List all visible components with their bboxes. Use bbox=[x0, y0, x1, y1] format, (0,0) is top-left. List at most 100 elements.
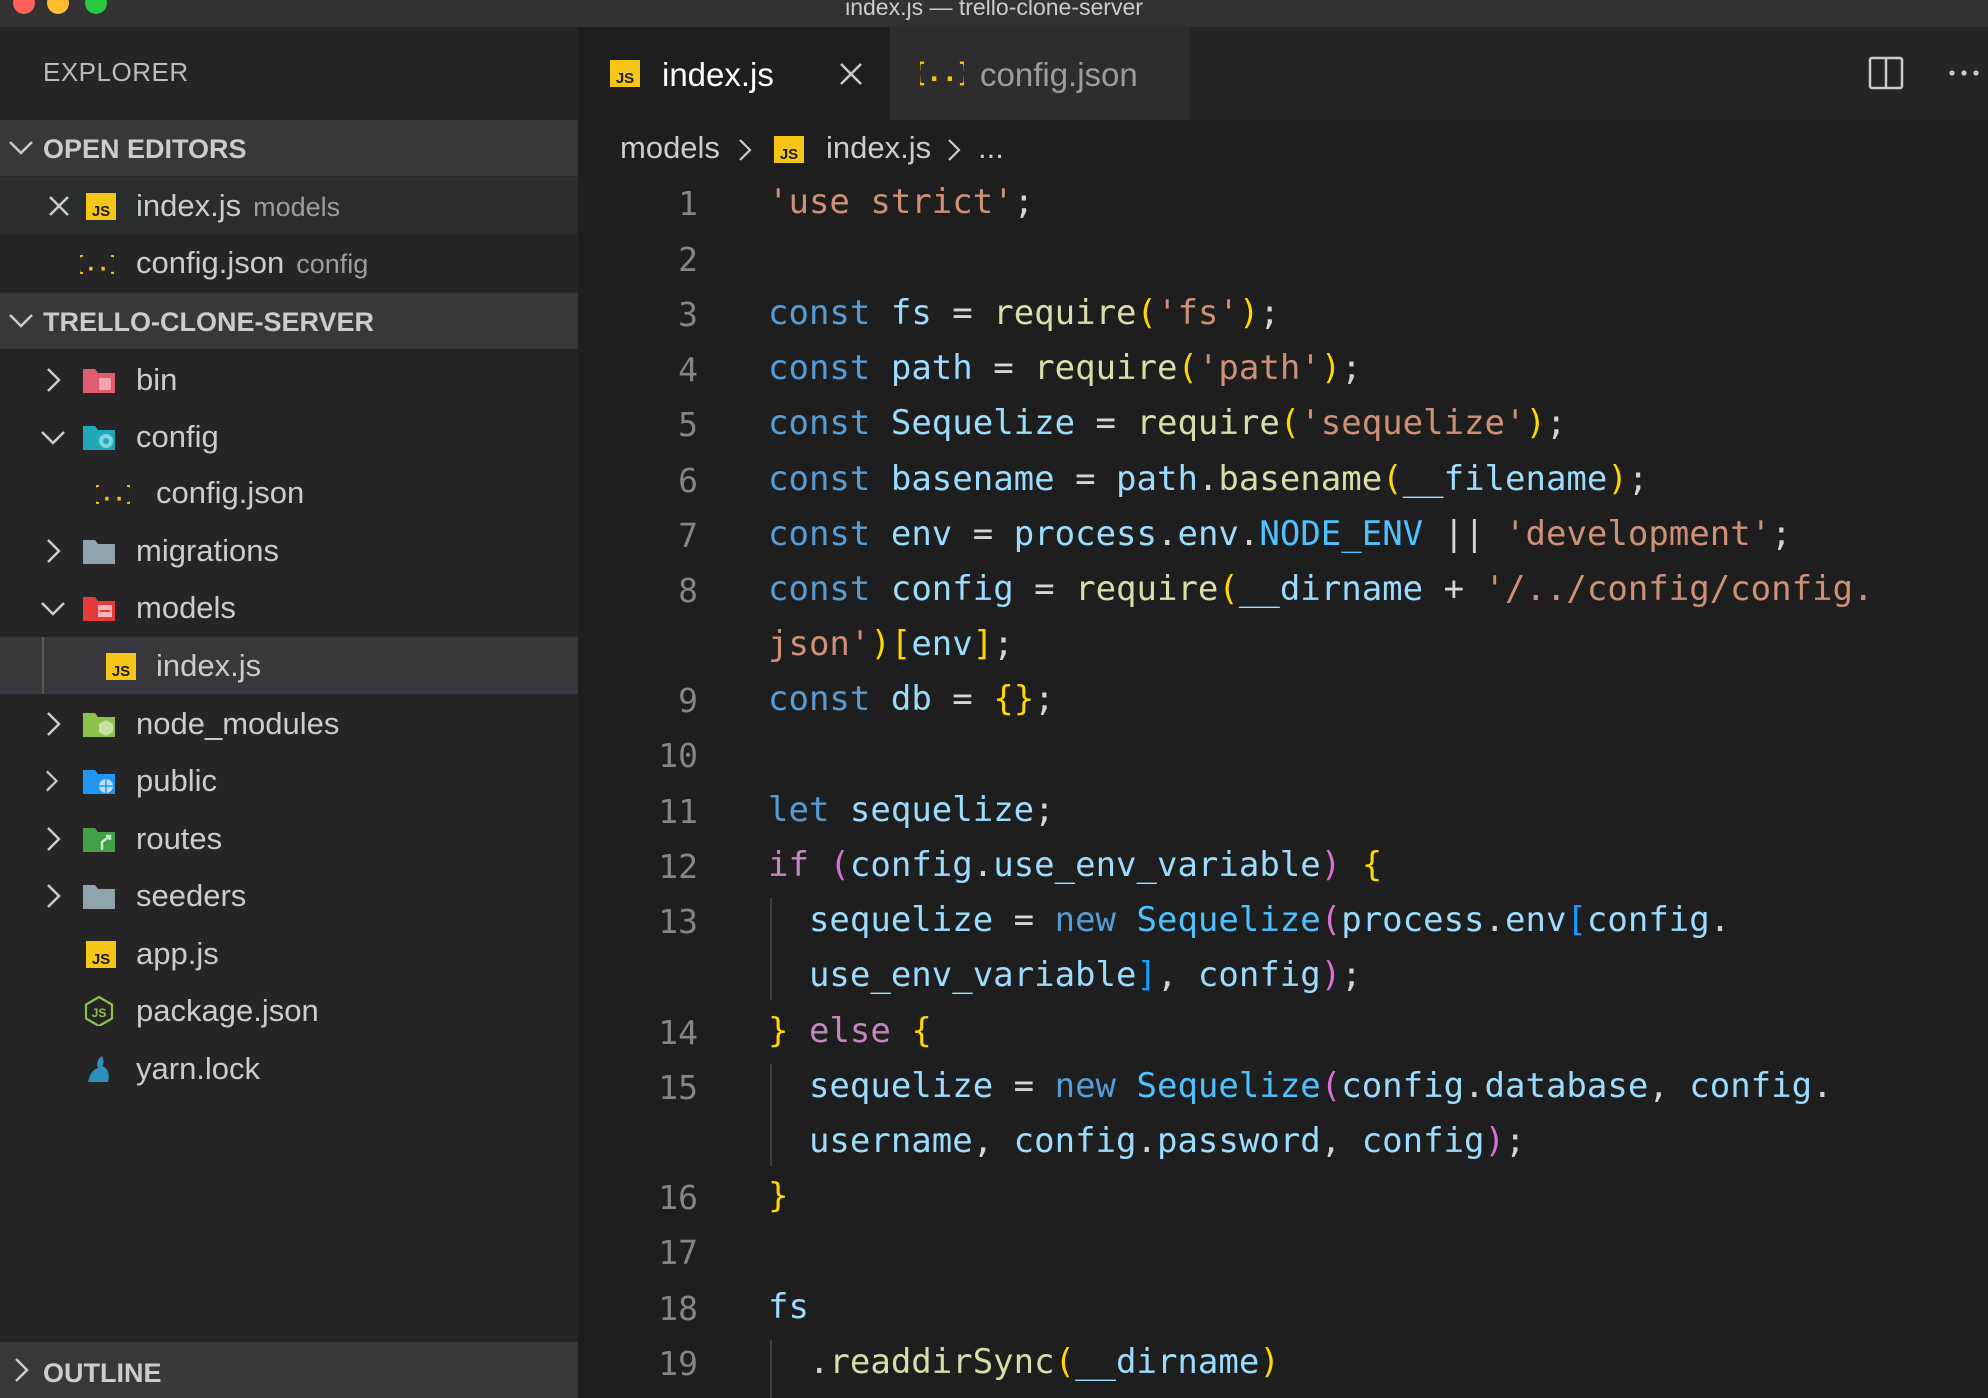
chevron-right-icon bbox=[47, 539, 61, 563]
breadcrumb-file[interactable]: index.js bbox=[826, 130, 931, 166]
node-modules-folder-icon bbox=[83, 713, 115, 737]
tab-index-js[interactable]: JS index.js bbox=[578, 27, 890, 120]
tree-item-bin[interactable]: bin bbox=[0, 351, 578, 408]
close-icon[interactable] bbox=[44, 191, 74, 221]
yarn-icon bbox=[88, 1056, 109, 1082]
js-file-icon: JS bbox=[106, 653, 136, 680]
line-number: 10 bbox=[658, 736, 698, 775]
project-header[interactable]: TRELLO-CLONE-SERVER bbox=[0, 293, 578, 349]
close-icon[interactable] bbox=[836, 59, 866, 89]
js-file-icon: JS bbox=[774, 136, 804, 163]
file-name: config.json bbox=[156, 475, 305, 510]
line-number: 9 bbox=[678, 681, 698, 720]
code-line: } bbox=[768, 1176, 789, 1216]
tree-item-config-json[interactable]: {..} config.json bbox=[0, 464, 578, 521]
code-line: } else { bbox=[768, 1011, 932, 1051]
line-number: 12 bbox=[658, 847, 698, 886]
line-number: 4 bbox=[678, 350, 698, 389]
line-number: 6 bbox=[678, 461, 698, 500]
line-number: 14 bbox=[658, 1013, 698, 1052]
code-line: const config = require(__dirname + '/../… bbox=[768, 569, 1874, 609]
tab-label: index.js bbox=[662, 56, 774, 93]
outline-header[interactable]: OUTLINE bbox=[0, 1342, 578, 1398]
tree-item-seeders[interactable]: seeders bbox=[0, 867, 578, 924]
tab-label: config.json bbox=[980, 56, 1138, 93]
file-name: node_modules bbox=[136, 706, 340, 741]
line-number: 19 bbox=[658, 1344, 698, 1383]
code-line: if (config.use_env_variable) { bbox=[768, 845, 1383, 885]
code-line: use_env_variable], config); bbox=[808, 955, 1362, 995]
svg-text:JS: JS bbox=[92, 203, 110, 220]
indent-guide bbox=[42, 637, 44, 694]
tree-item-index-js[interactable]: JS index.js bbox=[0, 637, 578, 694]
routes-folder-icon bbox=[83, 828, 115, 852]
chevron-right-icon bbox=[46, 770, 59, 792]
file-name: index.js bbox=[156, 648, 262, 683]
more-actions-icon[interactable] bbox=[1948, 65, 1984, 81]
file-name: migrations bbox=[136, 533, 279, 568]
open-editors-label: OPEN EDITORS bbox=[43, 134, 247, 164]
split-editor-icon[interactable] bbox=[1868, 55, 1904, 91]
code-line: .readdirSync(__dirname) bbox=[768, 1342, 1280, 1382]
tab-config-json[interactable]: {..} config.json bbox=[890, 27, 1190, 120]
file-name: models bbox=[136, 590, 236, 625]
tree-item-app-js[interactable]: JS app.js bbox=[0, 925, 578, 982]
tree-item-config[interactable]: config bbox=[0, 408, 578, 465]
tree-item-routes[interactable]: routes bbox=[0, 810, 578, 867]
breadcrumb-folder[interactable]: models bbox=[620, 130, 720, 166]
line-number: 16 bbox=[658, 1178, 698, 1217]
svg-text:JS: JS bbox=[780, 146, 798, 163]
line-number: 8 bbox=[678, 571, 698, 610]
tree-item-yarn-lock[interactable]: yarn.lock bbox=[0, 1040, 578, 1097]
code-line: fs bbox=[768, 1287, 809, 1327]
svg-text:{..}: {..} bbox=[80, 252, 114, 276]
js-file-icon: JS bbox=[610, 60, 640, 87]
models-folder-icon bbox=[83, 597, 115, 621]
tree-item-models[interactable]: models bbox=[0, 579, 578, 636]
tree-item-public[interactable]: public bbox=[0, 752, 578, 809]
chevron-right-icon bbox=[15, 1358, 29, 1382]
chevron-down-icon bbox=[9, 314, 33, 328]
code-line: let sequelize; bbox=[768, 790, 1055, 830]
chevron-down-icon bbox=[41, 431, 65, 445]
line-number: 1 bbox=[678, 184, 698, 223]
file-name: config bbox=[136, 419, 219, 454]
code-line: json')[env]; bbox=[768, 624, 1014, 664]
line-number: 7 bbox=[678, 516, 698, 555]
open-editor-item-index-js[interactable]: JS index.js models bbox=[0, 177, 578, 234]
code-editor[interactable]: 1 2 3 4 5 6 7 8 9 10 11 12 13 14 15 16 1… bbox=[578, 178, 1988, 1398]
file-name: routes bbox=[136, 821, 223, 856]
open-editors-header[interactable]: OPEN EDITORS bbox=[0, 120, 578, 176]
tree-item-migrations[interactable]: migrations bbox=[0, 522, 578, 579]
svg-text:{..}: {..} bbox=[96, 482, 130, 506]
code-line: const basename = path.basename(__filenam… bbox=[768, 459, 1649, 499]
file-name: app.js bbox=[136, 936, 219, 971]
explorer-title: EXPLORER bbox=[43, 57, 189, 87]
chevron-right-icon bbox=[739, 139, 752, 161]
chevron-right-icon bbox=[948, 139, 961, 161]
code-line: const path = require('path'); bbox=[768, 348, 1362, 388]
code-line: 'use strict'; bbox=[768, 182, 1035, 222]
line-number: 17 bbox=[658, 1233, 698, 1272]
folder-icon bbox=[83, 885, 115, 909]
tree-item-package-json[interactable]: JS package.json bbox=[0, 982, 578, 1039]
file-name: seeders bbox=[136, 878, 247, 913]
code-line: const fs = require('fs'); bbox=[768, 293, 1280, 333]
json-file-icon: {..} bbox=[920, 58, 964, 88]
file-name: package.json bbox=[136, 993, 319, 1028]
breadcrumb-more[interactable]: ... bbox=[978, 130, 1004, 166]
line-number: 2 bbox=[678, 240, 698, 279]
line-number: 5 bbox=[678, 405, 698, 444]
title-bar: index.js — trello-clone-server bbox=[0, 0, 1988, 27]
tree-item-node-modules[interactable]: node_modules bbox=[0, 695, 578, 752]
svg-text:JS: JS bbox=[92, 1006, 107, 1020]
file-name: public bbox=[136, 763, 217, 798]
window-title: index.js — trello-clone-server bbox=[845, 0, 1143, 20]
json-file-icon: {..} bbox=[80, 252, 114, 276]
bin-folder-icon bbox=[83, 369, 115, 393]
nodejs-icon: JS bbox=[84, 996, 114, 1026]
chevron-right-icon bbox=[47, 827, 61, 851]
chevron-down-icon bbox=[41, 602, 65, 616]
chevron-right-icon bbox=[47, 368, 61, 392]
open-editor-item-config-json[interactable]: {..} config.json config bbox=[0, 234, 578, 291]
